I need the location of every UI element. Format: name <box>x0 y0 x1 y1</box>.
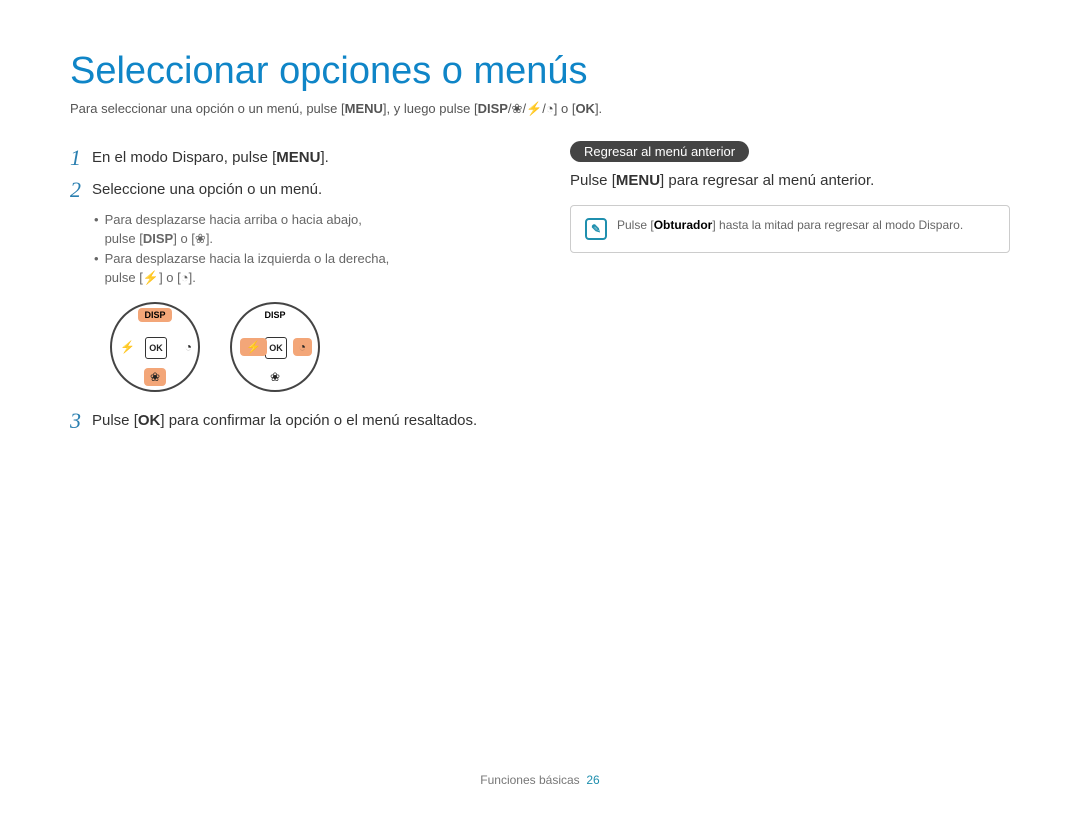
note-text: Pulse [Obturador] hasta la mitad para re… <box>617 218 963 232</box>
intro-frag: Para seleccionar una opción o un menú, p… <box>70 101 345 116</box>
wheel-diagrams: DISP OK ⚡ ◔ ❀ DISP OK ⚡ ◔ ❀ <box>110 302 510 392</box>
t: ] para regresar al menú anterior. <box>660 172 874 189</box>
menu-label: MENU <box>616 172 660 189</box>
ok-label: OK <box>138 412 161 429</box>
timer-icon: ◔ <box>546 101 554 116</box>
step-2: 2 Seleccione una opción o un menú. <box>70 177 510 203</box>
page-title: Seleccionar opciones o menús <box>70 50 1010 93</box>
flower-icon: ❀ <box>195 231 206 246</box>
step-1: 1 En el modo Disparo, pulse [MENU]. <box>70 145 510 171</box>
t: ]. <box>189 270 196 285</box>
disp-label: DISP <box>232 310 318 320</box>
shutter-label: Obturador <box>654 218 713 232</box>
step-number: 1 <box>70 145 92 171</box>
step-number: 2 <box>70 177 92 203</box>
substep: Para desplazarse hacia la izquierda o la… <box>94 249 510 288</box>
nav-wheel-horizontal: DISP OK ⚡ ◔ ❀ <box>230 302 320 392</box>
ok-center: OK <box>145 337 167 359</box>
menu-label: MENU <box>345 101 383 116</box>
nav-wheel-vertical: DISP OK ⚡ ◔ ❀ <box>110 302 200 392</box>
step-3: 3 Pulse [OK] para confirmar la opción o … <box>70 408 510 434</box>
left-column: 1 En el modo Disparo, pulse [MENU]. 2 Se… <box>70 141 510 440</box>
ok-center: OK <box>265 337 287 359</box>
t: Para desplazarse hacia arriba o hacia ab… <box>105 212 362 227</box>
flash-icon: ⚡ <box>120 340 135 354</box>
disp-highlight: DISP <box>138 308 171 322</box>
timer-icon: ◔ <box>181 270 189 285</box>
t: Pulse [ <box>570 172 616 189</box>
t: Para desplazarse hacia la izquierda o la… <box>105 251 390 266</box>
flower-highlight: ❀ <box>112 370 198 384</box>
substep: Para desplazarse hacia arriba o hacia ab… <box>94 210 510 249</box>
flower-icon: ❀ <box>512 101 523 116</box>
flower-icon: ❀ <box>232 370 318 384</box>
intro-frag: ] o [ <box>554 101 576 116</box>
flash-icon: ⚡ <box>526 101 542 116</box>
t: En el modo Disparo, pulse [ <box>92 149 276 166</box>
t: ]. <box>206 231 213 246</box>
intro-text: Para seleccionar una opción o un menú, p… <box>70 101 1010 117</box>
flash-highlight: ⚡ <box>240 340 267 354</box>
t: pulse [ <box>105 270 143 285</box>
intro-frag: ]. <box>595 101 602 116</box>
t: ]. <box>320 149 328 166</box>
page-footer: Funciones básicas 26 <box>0 773 1080 787</box>
ok-label: OK <box>575 101 595 116</box>
t: ] o [ <box>159 270 181 285</box>
section-pill: Regresar al menú anterior <box>570 141 749 162</box>
t: Pulse [ <box>92 412 138 429</box>
disp-label: DISP <box>478 101 508 116</box>
return-text: Pulse [MENU] para regresar al menú anter… <box>570 172 1010 189</box>
note-box: ✎ Pulse [Obturador] hasta la mitad para … <box>570 205 1010 253</box>
step-text: Pulse [OK] para confirmar la opción o el… <box>92 410 510 434</box>
t: pulse [ <box>105 231 143 246</box>
flash-icon: ⚡ <box>143 270 159 285</box>
t: ] para confirmar la opción o el menú res… <box>160 412 477 429</box>
step-text: En el modo Disparo, pulse [MENU]. <box>92 147 510 171</box>
note-icon: ✎ <box>585 218 607 240</box>
t: ] hasta la mitad para regresar al modo D… <box>712 218 963 232</box>
substeps: Para desplazarse hacia arriba o hacia ab… <box>94 210 510 288</box>
intro-frag: ], y luego pulse [ <box>383 101 478 116</box>
footer-section: Funciones básicas <box>480 773 579 787</box>
right-column: Regresar al menú anterior Pulse [MENU] p… <box>570 141 1010 440</box>
page-number: 26 <box>586 773 599 787</box>
menu-label: MENU <box>276 149 320 166</box>
t: ] o [ <box>173 231 195 246</box>
t: Pulse [ <box>617 218 654 232</box>
disp-label: DISP <box>143 231 173 246</box>
step-number: 3 <box>70 408 92 434</box>
timer-icon: ◔ <box>185 340 192 354</box>
timer-highlight: ◔ <box>293 340 312 354</box>
step-text: Seleccione una opción o un menú. <box>92 179 510 203</box>
